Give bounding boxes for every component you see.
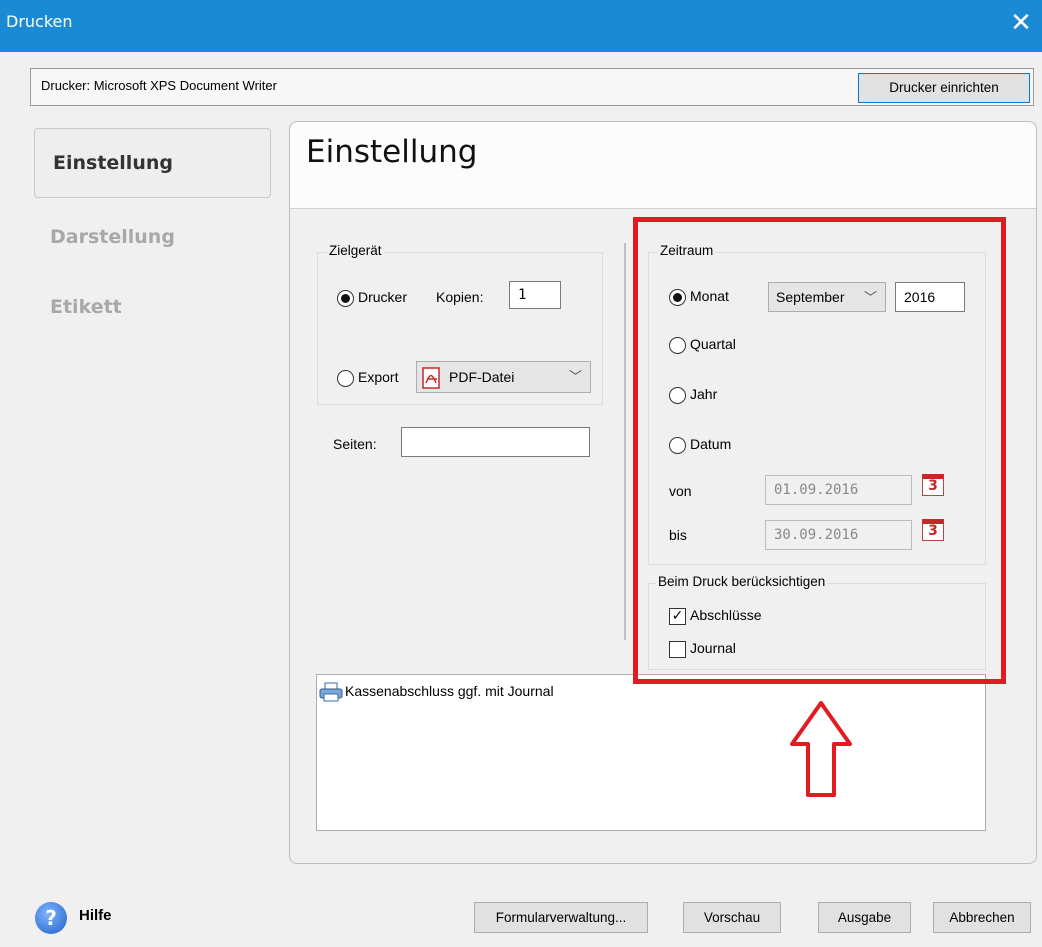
form-management-button[interactable]: Formularverwaltung... (474, 902, 648, 933)
form-list[interactable]: Kassenabschluss ggf. mit Journal (316, 674, 986, 831)
preview-button[interactable]: Vorschau (683, 902, 781, 933)
export-format-value: PDF-Datei (449, 369, 515, 385)
kopien-input[interactable]: 1 (509, 281, 561, 309)
export-radio[interactable] (337, 370, 354, 387)
window-title: Drucken (6, 12, 73, 31)
pdf-icon (422, 367, 440, 389)
drucker-radio[interactable] (337, 290, 354, 307)
seiten-input[interactable] (401, 427, 590, 457)
zielgeraet-legend: Zielgerät (327, 243, 384, 258)
page-title: Einstellung (306, 134, 478, 170)
export-label: Export (358, 369, 399, 385)
nav-item-einstellung[interactable]: Einstellung (34, 128, 271, 198)
vertical-divider (624, 243, 626, 640)
arrow-up-icon (790, 701, 852, 797)
form-item-label: Kassenabschluss ggf. mit Journal (345, 683, 554, 699)
nav-item-darstellung[interactable]: Darstellung (50, 226, 175, 248)
output-button[interactable]: Ausgabe (818, 902, 911, 933)
nav-item-label: Einstellung (53, 152, 173, 174)
help-icon[interactable]: ? (35, 902, 67, 934)
drucker-label: Drucker (358, 289, 408, 305)
nav-item-etikett[interactable]: Etikett (50, 296, 122, 318)
printer-icon (319, 682, 343, 702)
highlight-frame (633, 217, 1006, 684)
title-bar: Drucken ✕ (0, 0, 1042, 52)
chevron-down-icon: ﹀ (568, 369, 582, 384)
export-format-select[interactable]: PDF-Datei ﹀ (416, 361, 591, 393)
cancel-button[interactable]: Abbrechen (933, 902, 1031, 933)
seiten-label: Seiten: (333, 436, 377, 452)
printer-setup-button[interactable]: Drucker einrichten (858, 73, 1030, 103)
help-label[interactable]: Hilfe (79, 907, 112, 924)
printer-label: Drucker: Microsoft XPS Document Writer (41, 78, 277, 93)
close-icon[interactable]: ✕ (1006, 8, 1036, 38)
kopien-label: Kopien: (436, 289, 484, 305)
